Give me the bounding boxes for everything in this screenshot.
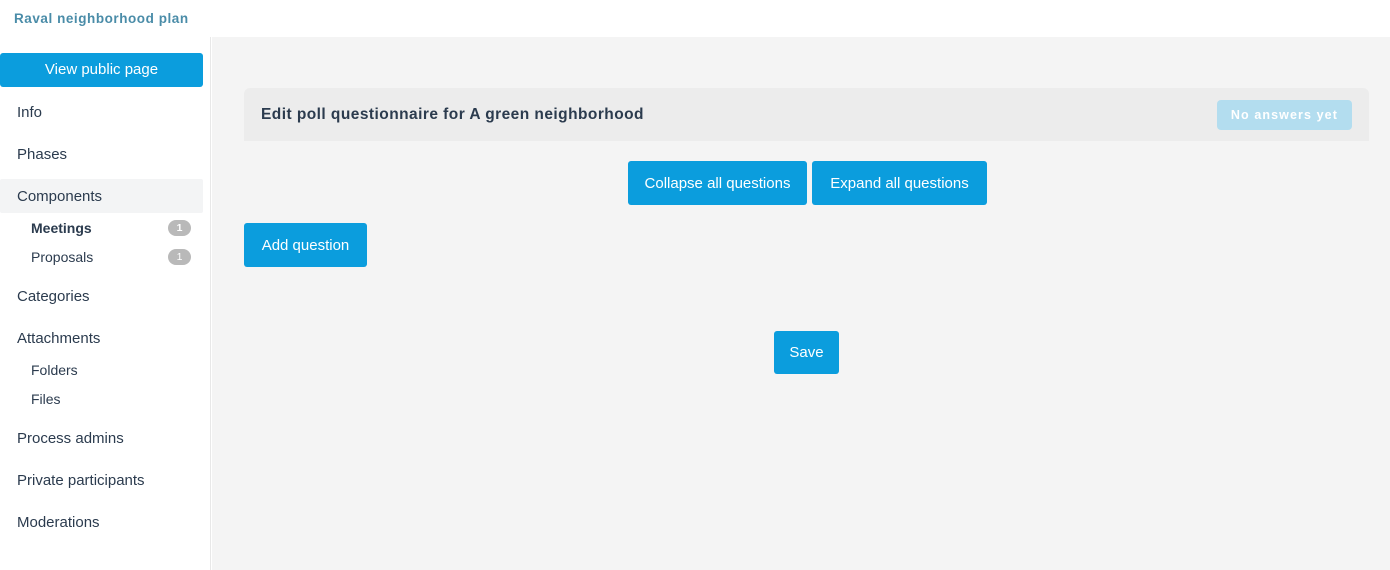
sidebar-item-phases[interactable]: Phases: [0, 137, 203, 171]
collapse-expand-button-group: Collapse all questions Expand all questi…: [628, 161, 987, 205]
sidebar-item-label: Files: [31, 390, 61, 407]
save-button[interactable]: Save: [774, 331, 839, 374]
view-public-page-button[interactable]: View public page: [0, 53, 203, 87]
sidebar-item-attachments[interactable]: Attachments: [0, 321, 203, 355]
no-answers-yet-badge: No answers yet: [1216, 99, 1352, 130]
sidebar-item-label: Moderations: [17, 513, 100, 531]
sidebar-item-folders[interactable]: Folders: [0, 355, 203, 384]
sidebar-item-label: Phases: [17, 145, 68, 163]
sidebar-item-label: Meetings: [31, 219, 92, 236]
sidebar-item-label: Components: [17, 187, 103, 205]
sidebar-item-label: Info: [17, 103, 43, 121]
card-header: Edit poll questionnaire for A green neig…: [244, 88, 1369, 141]
sidebar-item-private-participants[interactable]: Private participants: [0, 463, 203, 497]
sidebar-item-label: Folders: [31, 361, 78, 378]
card-title: Edit poll questionnaire for A green neig…: [261, 105, 644, 123]
proposals-count-badge: 1: [168, 248, 191, 265]
expand-all-questions-button[interactable]: Expand all questions: [812, 161, 987, 205]
top-bar: Raval neighborhood plan: [0, 0, 1390, 37]
sidebar-item-categories[interactable]: Categories: [0, 279, 203, 313]
page-title: Raval neighborhood plan: [14, 11, 189, 26]
collapse-all-questions-button[interactable]: Collapse all questions: [628, 161, 807, 205]
sidebar-nav: Info Phases Components Meetings 1 Propos…: [0, 95, 210, 539]
sidebar-item-meetings[interactable]: Meetings 1: [0, 213, 203, 242]
sidebar-item-label: Attachments: [17, 329, 101, 347]
sidebar-item-components[interactable]: Components: [0, 179, 203, 213]
sidebar-item-files[interactable]: Files: [0, 384, 203, 413]
sidebar-item-label: Categories: [17, 287, 90, 305]
meetings-count-badge: 1: [168, 219, 191, 236]
sidebar-item-process-admins[interactable]: Process admins: [0, 421, 203, 455]
sidebar-item-info[interactable]: Info: [0, 95, 203, 129]
main-content: Edit poll questionnaire for A green neig…: [212, 37, 1390, 570]
add-question-button[interactable]: Add question: [244, 223, 367, 267]
sidebar-item-label: Private participants: [17, 471, 145, 489]
questionnaire-card: Edit poll questionnaire for A green neig…: [244, 88, 1369, 561]
sidebar-item-moderations[interactable]: Moderations: [0, 505, 203, 539]
sidebar-item-label: Proposals: [31, 248, 94, 265]
sidebar: View public page Info Phases Components …: [0, 37, 211, 570]
admin-page: Raval neighborhood plan View public page…: [0, 0, 1390, 570]
sidebar-item-proposals[interactable]: Proposals 1: [0, 242, 203, 271]
card-body: Collapse all questions Expand all questi…: [244, 141, 1369, 561]
sidebar-item-label: Process admins: [17, 429, 124, 447]
